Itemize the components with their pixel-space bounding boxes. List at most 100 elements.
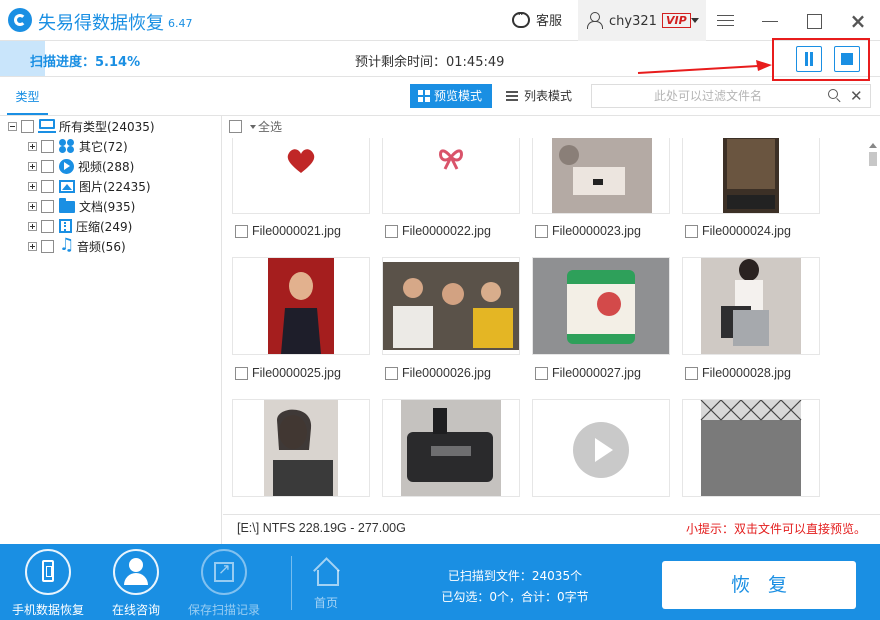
- divider: [291, 556, 292, 610]
- user-menu[interactable]: chy321 VIP: [578, 0, 706, 41]
- file-name[interactable]: File0000027.jpg: [535, 366, 641, 380]
- minimize-button[interactable]: [762, 12, 780, 30]
- expand-icon[interactable]: [28, 181, 37, 191]
- file-name[interactable]: File0000024.jpg: [685, 224, 791, 238]
- customer-service-button[interactable]: 客服: [512, 8, 562, 29]
- file-card[interactable]: [232, 399, 370, 497]
- chat-bubble-icon: [512, 8, 530, 28]
- checkbox[interactable]: [41, 239, 54, 253]
- file-name[interactable]: File0000025.jpg: [235, 366, 341, 380]
- tree-item-label: 视频(288): [78, 159, 135, 174]
- checkbox[interactable]: [21, 119, 34, 133]
- export-icon: [214, 560, 234, 582]
- file-card[interactable]: [532, 257, 670, 355]
- scroll-thumb[interactable]: [869, 152, 877, 166]
- file-checkbox[interactable]: [685, 366, 698, 380]
- clear-icon[interactable]: ✕: [850, 87, 863, 105]
- file-name-label: File0000023.jpg: [552, 224, 641, 238]
- close-button[interactable]: ×: [849, 11, 867, 31]
- home-icon: [312, 560, 340, 586]
- list-mode-button[interactable]: 列表模式: [500, 84, 582, 108]
- recover-button[interactable]: 恢复: [662, 561, 856, 609]
- file-name[interactable]: File0000026.jpg: [385, 366, 491, 380]
- collapse-icon[interactable]: [8, 121, 17, 131]
- tree-item-document[interactable]: 文档(935): [28, 196, 135, 216]
- photo: [701, 258, 801, 354]
- file-card[interactable]: [682, 399, 820, 497]
- scanned-count: 已扫描到文件：24035个: [447, 569, 583, 583]
- pause-scan-button[interactable]: [796, 46, 822, 72]
- expand-icon[interactable]: [28, 141, 37, 151]
- username: chy321: [609, 14, 657, 29]
- file-name[interactable]: File0000021.jpg: [235, 224, 341, 238]
- phone-recovery-button[interactable]: 手机数据恢复: [2, 549, 94, 618]
- tab-type[interactable]: 类型: [7, 78, 48, 115]
- phone-icon: [42, 560, 54, 582]
- online-support-label: 在线咨询: [111, 603, 160, 617]
- file-checkbox[interactable]: [535, 366, 548, 380]
- disk-info: [E:\] NTFS 228.19G - 277.00G: [237, 521, 406, 535]
- file-card[interactable]: [532, 399, 670, 497]
- file-card[interactable]: [232, 257, 370, 355]
- file-checkbox[interactable]: [385, 224, 398, 238]
- checkbox[interactable]: [41, 219, 54, 233]
- preview-mode-button[interactable]: 预览模式: [410, 84, 492, 108]
- file-checkbox[interactable]: [235, 366, 248, 380]
- online-support-button[interactable]: 在线咨询: [90, 549, 182, 618]
- list-mode-label: 列表模式: [524, 89, 573, 103]
- photo: [533, 258, 669, 354]
- expand-icon[interactable]: [28, 221, 37, 231]
- file-name-label: File0000027.jpg: [552, 366, 641, 380]
- file-card[interactable]: [682, 257, 820, 355]
- heart-icon: [233, 138, 369, 213]
- checkbox[interactable]: [41, 199, 54, 213]
- tree-item-all[interactable]: 所有类型(24035): [8, 116, 155, 136]
- tree-item-archive[interactable]: 压缩(249): [28, 216, 132, 236]
- chevron-down-icon[interactable]: [691, 18, 699, 23]
- maximize-button[interactable]: [806, 12, 824, 30]
- checkbox[interactable]: [41, 139, 54, 153]
- file-card[interactable]: [382, 138, 520, 214]
- tree-root-label: 所有类型(24035): [59, 119, 155, 134]
- tree-item-audio[interactable]: 音频(56): [28, 235, 126, 256]
- tree-item-image[interactable]: 图片(22435): [28, 176, 151, 196]
- expand-icon[interactable]: [28, 241, 37, 251]
- app-version: 6.47: [168, 17, 193, 30]
- status-line: [E:\] NTFS 228.19G - 277.00G 小提示：双击文件可以直…: [223, 514, 880, 540]
- list-view-icon: [506, 91, 518, 101]
- checkbox[interactable]: [41, 159, 54, 173]
- file-checkbox[interactable]: [385, 366, 398, 380]
- file-card[interactable]: [232, 138, 370, 214]
- save-scan-button[interactable]: 保存扫描记录: [178, 549, 270, 618]
- scroll-up-icon[interactable]: [869, 143, 877, 148]
- expand-icon[interactable]: [28, 161, 37, 171]
- filter-input[interactable]: [598, 87, 818, 105]
- select-all[interactable]: 全选: [229, 118, 282, 135]
- stop-scan-button[interactable]: [834, 46, 860, 72]
- file-name[interactable]: File0000022.jpg: [385, 224, 491, 238]
- file-card[interactable]: [532, 138, 670, 214]
- file-card[interactable]: [682, 138, 820, 214]
- file-card[interactable]: [382, 257, 520, 355]
- expand-icon[interactable]: [28, 201, 37, 211]
- search-icon[interactable]: [828, 89, 842, 103]
- file-name[interactable]: File0000023.jpg: [535, 224, 641, 238]
- file-name-label: File0000028.jpg: [702, 366, 791, 380]
- bottom-bar: 手机数据恢复 在线咨询 保存扫描记录 首页 已扫描到文件：24035个 已勾选：…: [0, 544, 880, 620]
- red-arrow-annotation: [637, 60, 772, 74]
- file-checkbox[interactable]: [685, 224, 698, 238]
- tree-item-video[interactable]: 视频(288): [28, 156, 134, 176]
- file-checkbox[interactable]: [235, 224, 248, 238]
- file-name-label: File0000025.jpg: [252, 366, 341, 380]
- filter-box: ✕: [591, 84, 871, 108]
- menu-icon[interactable]: [717, 12, 735, 30]
- checkbox[interactable]: [41, 179, 54, 193]
- file-card[interactable]: [382, 399, 520, 497]
- file-checkbox[interactable]: [535, 224, 548, 238]
- bow-icon: [383, 138, 519, 213]
- select-all-checkbox[interactable]: [229, 120, 242, 133]
- vertical-scrollbar[interactable]: [866, 138, 880, 498]
- home-button[interactable]: 首页: [306, 560, 346, 611]
- tree-item-other[interactable]: 其它(72): [28, 136, 128, 156]
- file-name[interactable]: File0000028.jpg: [685, 366, 791, 380]
